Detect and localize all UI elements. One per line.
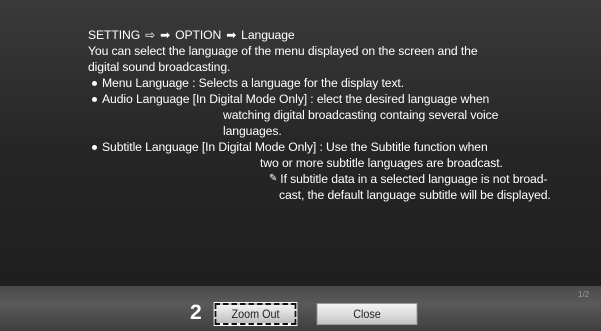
zoom-out-button[interactable]: Zoom Out [213, 302, 298, 326]
breadcrumb: SETTING ⇨ ➡ OPTION ➡ Language [88, 27, 593, 43]
bullet-icon [92, 97, 97, 102]
page-indicator: 1/2 [578, 290, 590, 299]
arrow-solid-icon: ➡ [160, 28, 171, 42]
subtitle-note-line-1: ✎ If subtitle data in a selected languag… [102, 171, 593, 187]
bullet-icon [92, 145, 97, 150]
footer-bar [0, 286, 601, 331]
arrow-outline-icon: ⇨ [145, 28, 156, 42]
subtitle-note-line-2: cast, the default language subtitle will… [279, 188, 551, 202]
breadcrumb-option: OPTION [175, 28, 222, 42]
close-button[interactable]: Close [316, 303, 418, 325]
intro-line-1: You can select the language of the menu … [88, 44, 478, 58]
subtitle-note-text-1: If subtitle data in a selected language … [280, 172, 548, 186]
subtitle-language-line-1: Subtitle Language [In Digital Mode Only]… [102, 140, 488, 154]
breadcrumb-setting: SETTING [88, 28, 141, 42]
step-number-label: 2 [190, 301, 202, 324]
list-item-subtitle-language: Subtitle Language [In Digital Mode Only]… [88, 139, 593, 203]
list-item-audio-language: Audio Language [In Digital Mode Only] : … [88, 91, 593, 139]
audio-language-line-3: languages. [223, 124, 282, 138]
help-screen: SETTING ⇨ ➡ OPTION ➡ Language You can se… [0, 0, 601, 331]
audio-language-line-1: Audio Language [In Digital Mode Only] : … [102, 92, 490, 106]
list-item-menu-language: Menu Language : Selects a language for t… [88, 75, 593, 91]
subtitle-language-line-2: two or more subtitle languages are broad… [260, 156, 503, 170]
bullet-icon [92, 81, 97, 86]
menu-language-text: Menu Language : Selects a language for t… [102, 76, 405, 90]
breadcrumb-language: Language [241, 28, 295, 42]
note-icon: ✎ [269, 173, 278, 184]
intro-line-2: digital sound broadcasting. [88, 60, 231, 74]
audio-language-line-2: watching digital broadcasting containg s… [223, 108, 499, 122]
help-content: SETTING ⇨ ➡ OPTION ➡ Language You can se… [88, 27, 593, 203]
arrow-solid-icon: ➡ [226, 28, 237, 42]
